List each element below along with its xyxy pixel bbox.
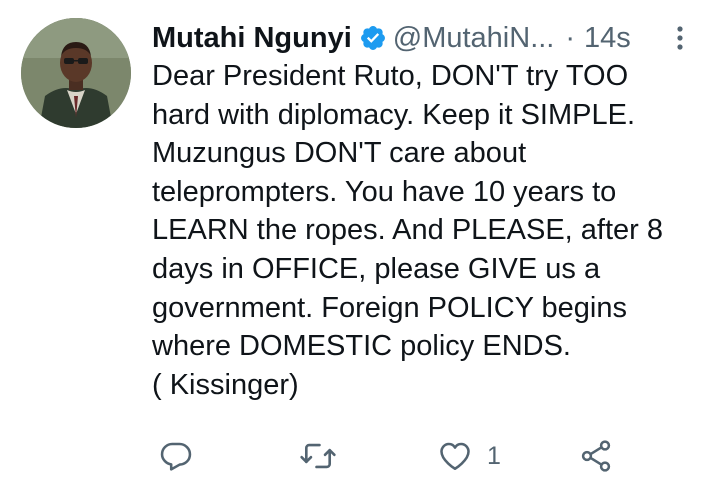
reply-button[interactable] [158, 432, 194, 480]
share-button[interactable] [578, 432, 614, 480]
header-separator: · [565, 22, 576, 54]
verified-badge-icon [359, 24, 387, 52]
reply-icon [160, 442, 192, 471]
more-options-icon[interactable] [672, 24, 688, 52]
share-icon [581, 440, 611, 472]
author-display-name[interactable]: Mutahi Ngunyi [152, 20, 352, 56]
tweet-text-line: days in OFFICE, please GIVE us a [152, 252, 601, 285]
tweet[interactable]: Mutahi Ngunyi @MutahiN... · 14s Dear Pre… [0, 0, 720, 497]
timestamp[interactable]: 14s [584, 20, 631, 56]
tweet-text-line: where DOMESTIC policy ENDS. [152, 330, 571, 363]
like-count: 1 [487, 441, 501, 470]
tweet-text-line: teleprompters. You have 10 years to [152, 175, 617, 208]
avatar[interactable] [21, 18, 131, 128]
heart-icon [440, 442, 470, 471]
tweet-actions: 1 [0, 432, 720, 480]
tweet-text-line: LEARN the ropes. And PLEASE, after 8 [152, 214, 664, 247]
tweet-text-line: ( Kissinger) [152, 368, 299, 401]
retweet-button[interactable] [299, 432, 337, 480]
tweet-text-line: hard with diplomacy. Keep it SIMPLE. [152, 98, 636, 131]
author-handle[interactable]: @MutahiN... [393, 20, 555, 56]
tweet-text: Dear President Ruto, DON'T try TOO hard … [152, 57, 712, 404]
like-button[interactable]: 1 [437, 432, 501, 480]
tweet-header: Mutahi Ngunyi @MutahiN... · 14s [152, 20, 631, 56]
profile-photo-icon [21, 18, 131, 128]
tweet-text-line: government. Foreign POLICY begins [152, 291, 628, 324]
tweet-text-line: Muzungus DON'T care about [152, 137, 527, 170]
retweet-icon [300, 443, 336, 469]
tweet-text-line: Dear President Ruto, DON'T try TOO [152, 60, 629, 92]
